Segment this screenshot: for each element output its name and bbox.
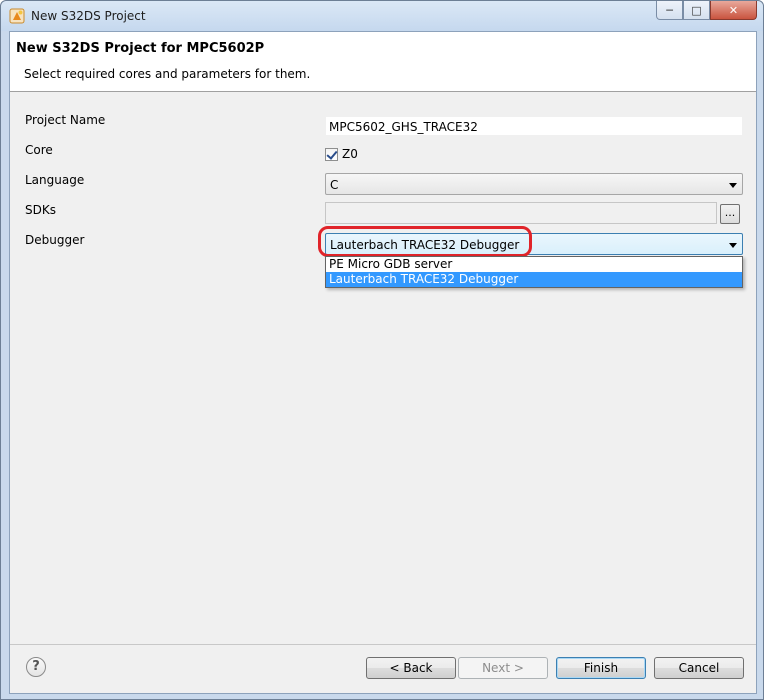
core-z0-checkbox[interactable] [325,147,338,161]
core-z0-checkbox-group[interactable]: Z0 [325,147,358,161]
debugger-dropdown-list: PE Micro GDB server Lauterbach TRACE32 D… [325,256,743,288]
window-title: New S32DS Project [31,9,146,23]
caption-buttons: ─ □ ✕ [656,1,757,21]
sdks-browse-button[interactable]: ... [720,204,740,224]
debugger-option-pe-micro[interactable]: PE Micro GDB server [326,257,742,272]
cancel-button[interactable]: Cancel [654,657,744,679]
language-selected-value: C [330,178,339,192]
dialog-client-area: New S32DS Project for MPC5602P Select re… [9,31,757,694]
debugger-label: Debugger [25,233,85,247]
language-label: Language [25,173,85,187]
minimize-button[interactable]: ─ [656,1,683,20]
close-button[interactable]: ✕ [710,1,757,20]
maximize-button[interactable]: □ [683,1,710,20]
chevron-down-icon [729,243,737,248]
debugger-selected-value: Lauterbach TRACE32 Debugger [330,238,520,252]
wizard-banner: New S32DS Project for MPC5602P Select re… [10,32,756,92]
debugger-option-lauterbach[interactable]: Lauterbach TRACE32 Debugger [326,272,742,287]
project-name-input[interactable]: MPC5602_GHS_TRACE32 [325,116,743,136]
title-bar[interactable]: New S32DS Project ─ □ ✕ [1,1,763,31]
debugger-dropdown[interactable]: Lauterbach TRACE32 Debugger [325,233,743,255]
language-dropdown[interactable]: C [325,173,743,195]
core-z0-label[interactable]: Z0 [342,147,358,161]
sdks-label: SDKs [25,203,56,217]
chevron-down-icon [729,183,737,188]
core-label: Core [25,143,53,157]
help-icon[interactable]: ? [26,657,46,677]
footer-divider [10,644,756,645]
page-description: Select required cores and parameters for… [24,67,311,81]
page-title: New S32DS Project for MPC5602P [16,41,265,56]
finish-button[interactable]: Finish [556,657,646,679]
project-name-label: Project Name [25,113,106,127]
new-project-dialog: New S32DS Project ─ □ ✕ New S32DS Projec… [0,0,764,700]
s32ds-app-icon [9,8,25,24]
sdks-field [325,202,717,224]
next-button[interactable]: Next > [458,657,548,679]
back-button[interactable]: < Back [366,657,456,679]
